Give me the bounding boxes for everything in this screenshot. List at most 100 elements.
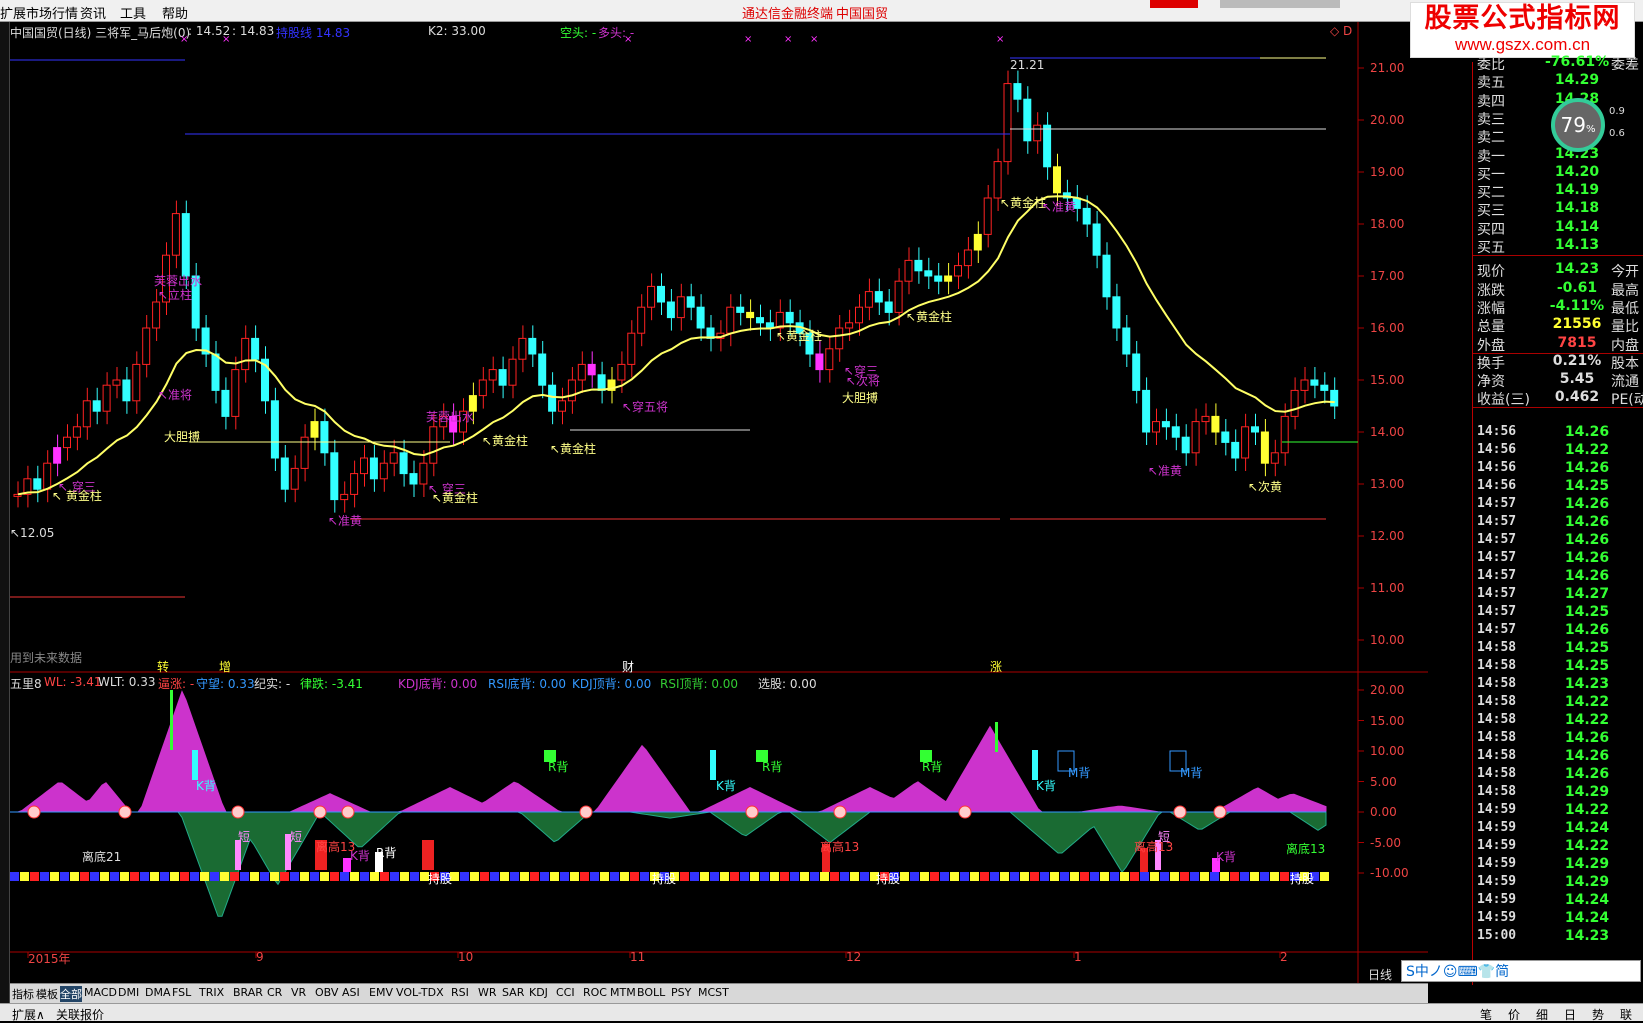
- chart-annotation: ↖次黄: [1248, 480, 1283, 494]
- chart-annotation: ↖黄金柱: [482, 434, 529, 448]
- candle-body: [855, 306, 863, 324]
- chart-annotation: 芙蓉出水: [426, 410, 475, 424]
- state-square: [1020, 872, 1029, 881]
- state-square: [910, 872, 919, 881]
- indicator-annotation: K背: [196, 779, 216, 793]
- candle-body: [33, 478, 42, 490]
- header-short: 空头: -: [560, 26, 597, 40]
- tab-detail[interactable]: 细: [1536, 1006, 1548, 1023]
- candle-body: [231, 369, 240, 417]
- indicator-tab[interactable]: CR: [267, 986, 282, 999]
- tick-time: 14:56: [1477, 442, 1517, 457]
- state-square: [130, 872, 139, 881]
- indicator-tab[interactable]: VOL-TDX: [396, 986, 444, 999]
- tab-day[interactable]: 日: [1564, 1006, 1576, 1023]
- indicator-tab[interactable]: 指标: [12, 986, 34, 1002]
- indicator-tab[interactable]: TRIX: [199, 986, 224, 999]
- state-square: [780, 872, 789, 881]
- menu-market[interactable]: 扩展市场行情: [0, 3, 78, 22]
- tick-row: 14:58 14.22: [1473, 712, 1643, 730]
- quote-label: 总量: [1477, 319, 1505, 336]
- state-square: [550, 872, 559, 881]
- state-square: [310, 872, 319, 881]
- candle-body: [835, 327, 844, 350]
- indicator-tab[interactable]: CCI: [556, 986, 575, 999]
- tab-trades[interactable]: 笔: [1480, 1006, 1492, 1023]
- state-square: [10, 872, 19, 881]
- indicator-tab[interactable]: ASI: [342, 986, 360, 999]
- tick-time: 14:57: [1477, 550, 1517, 565]
- tick-time: 14:57: [1477, 568, 1517, 583]
- tab-trend[interactable]: 势: [1592, 1006, 1604, 1023]
- related-quote-button[interactable]: 关联报价: [56, 1006, 104, 1023]
- date-axis-label: 9: [256, 950, 264, 964]
- menu-bar: 扩展市场行情 资讯 工具 帮助 通达信金融终端 中国国贸: [0, 0, 1643, 22]
- future-data-note: 用到未来数据: [10, 651, 83, 665]
- right-header: ◇ D: [1330, 24, 1353, 38]
- indicator-tab[interactable]: PSY: [671, 986, 691, 999]
- quote-label: 买五: [1477, 240, 1505, 256]
- tab-link[interactable]: 联: [1620, 1006, 1632, 1023]
- ime-toolbar[interactable]: S中ノ☺⌨👕简: [1401, 960, 1641, 982]
- quote-panel: 委比-76.61%委差卖五14.29卖四14.28卖三14.2卖二14.2卖一1…: [1401, 54, 1643, 985]
- candle-body: [1112, 296, 1121, 329]
- candle-body: [112, 379, 121, 386]
- tick-price: 14.26: [1564, 514, 1610, 530]
- state-square: [1030, 872, 1039, 881]
- indicator-tab[interactable]: ROC: [583, 986, 607, 999]
- chart-area[interactable]: 21.00 20.00 19.00 18.00 17.00 16.00 15.00 14.00…: [10, 22, 1428, 985]
- state-square: [630, 872, 639, 881]
- tick-time: 14:59: [1477, 820, 1517, 835]
- indicator-tab[interactable]: MCST: [698, 986, 729, 999]
- menu-help[interactable]: 帮助: [162, 3, 188, 22]
- candle-body: [1241, 426, 1250, 459]
- indicator-tab[interactable]: BOLL: [637, 986, 665, 999]
- quote-label: 买三: [1477, 203, 1505, 220]
- indicator-tab[interactable]: BRAR: [233, 986, 263, 999]
- tick-time: 14:58: [1477, 748, 1517, 763]
- expand-button[interactable]: 扩展∧: [12, 1006, 45, 1023]
- indicator-tab[interactable]: DMI: [118, 986, 139, 999]
- tick-row: 14:59 14.24: [1473, 910, 1643, 928]
- indicator-annotation: 短: [1158, 830, 1171, 844]
- indicator-tab[interactable]: MACD: [84, 986, 117, 999]
- menu-news[interactable]: 资讯: [80, 3, 106, 22]
- candle-body: [152, 301, 161, 329]
- candle-body: [369, 457, 378, 480]
- price-axis-label: 17.00: [1370, 269, 1405, 283]
- indicator-tab[interactable]: 全部: [60, 986, 82, 1002]
- candle-body: [1102, 254, 1111, 298]
- candle-body: [924, 270, 933, 277]
- indicator-tab[interactable]: WR: [478, 986, 497, 999]
- indicator-tab[interactable]: OBV: [315, 986, 338, 999]
- tick-time: 14:57: [1477, 586, 1517, 601]
- state-square: [150, 872, 159, 881]
- indicator-tab[interactable]: EMV: [369, 986, 393, 999]
- indicator-tab[interactable]: RSI: [451, 986, 469, 999]
- indicator-tab[interactable]: 模板: [36, 986, 58, 1002]
- indicator-tab[interactable]: KDJ: [529, 986, 548, 999]
- signal-circle: [27, 805, 41, 819]
- state-square: [980, 872, 989, 881]
- event-marker: 财: [622, 660, 635, 674]
- indicator-tab[interactable]: DMA: [145, 986, 171, 999]
- candle-body: [756, 317, 764, 324]
- tick-price: 14.26: [1564, 622, 1610, 638]
- indicator-tab[interactable]: VR: [291, 986, 306, 999]
- signal-circle: [341, 805, 355, 819]
- indicator-tab[interactable]: SAR: [502, 986, 524, 999]
- indicator-tab[interactable]: FSL: [172, 986, 191, 999]
- indicator-annotation: K背: [1216, 850, 1236, 864]
- state-square: [850, 872, 859, 881]
- left-scroll-strip[interactable]: [0, 22, 10, 1003]
- state-square: [970, 872, 979, 881]
- network-gauge[interactable]: 79%: [1551, 98, 1605, 152]
- indicator-annotation: M背: [1068, 766, 1091, 780]
- candle-body: [657, 285, 665, 303]
- candle-body: [746, 311, 755, 319]
- indicator-tab[interactable]: MTM: [610, 986, 636, 999]
- quote-divider: [1473, 255, 1643, 256]
- candle-body: [934, 275, 943, 282]
- menu-tools[interactable]: 工具: [120, 3, 146, 22]
- tab-price[interactable]: 价: [1508, 1006, 1520, 1023]
